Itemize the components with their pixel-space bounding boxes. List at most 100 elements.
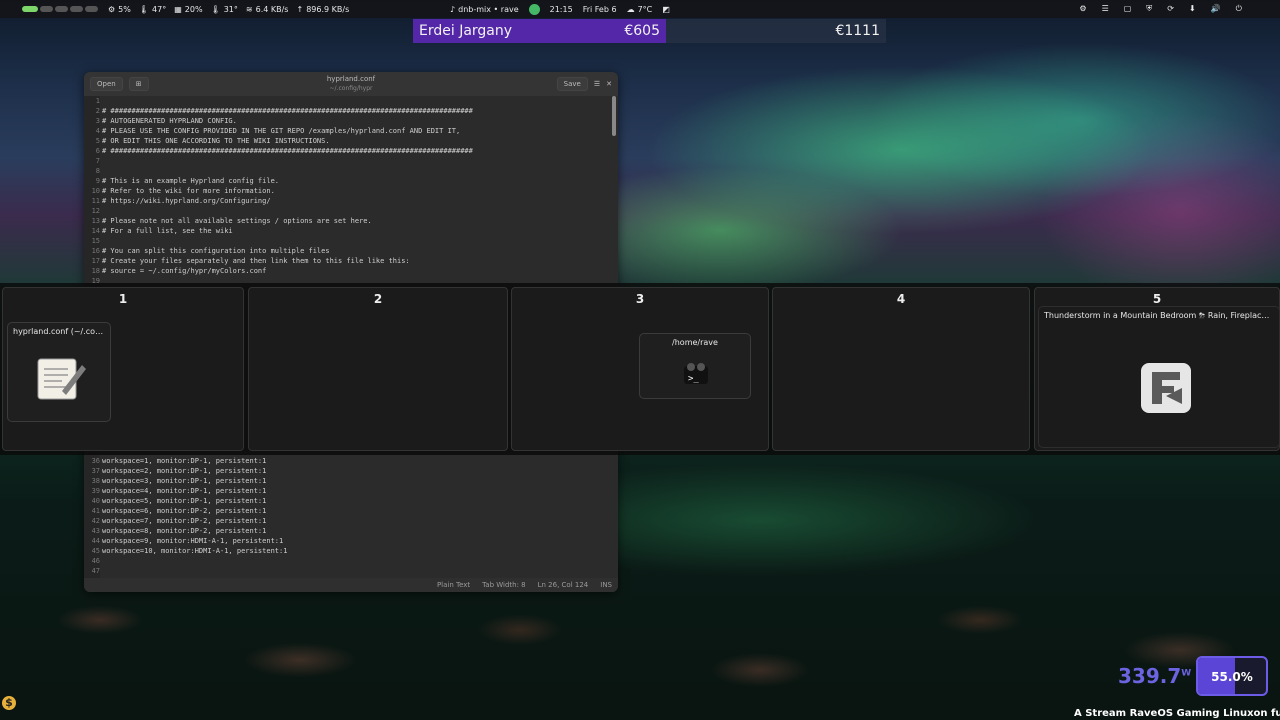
- thermometer-icon: 🌡: [138, 4, 150, 14]
- power-draw: 339.7W: [1118, 664, 1192, 688]
- workspace-indicators: [22, 5, 100, 14]
- code-line[interactable]: # Refer to the wiki for more information…: [102, 186, 608, 196]
- notification-icon[interactable]: ◩: [662, 5, 670, 14]
- code-line[interactable]: # Create your files separately and then …: [102, 256, 608, 266]
- close-icon[interactable]: ✕: [606, 80, 612, 88]
- workspace-2[interactable]: 2: [248, 287, 508, 451]
- insert-mode: INS: [600, 581, 612, 589]
- menu-icon[interactable]: ☰: [594, 80, 600, 88]
- code-line[interactable]: # PLEASE USE THE CONFIG PROVIDED IN THE …: [102, 126, 608, 136]
- code-line[interactable]: [102, 566, 608, 576]
- workspace-pill[interactable]: [70, 5, 83, 12]
- line-number: 46: [91, 557, 100, 565]
- code-line[interactable]: workspace=5, monitor:DP-1, persistent:1: [102, 496, 608, 506]
- workspace-pill[interactable]: [55, 5, 68, 12]
- clock[interactable]: 21:15: [550, 5, 573, 14]
- workspace-1[interactable]: 1 hyprland.conf (~/.confi...: [2, 287, 244, 451]
- upload-speed[interactable]: ↑ 896.9 KB/s: [296, 5, 349, 14]
- code-line[interactable]: [102, 96, 608, 106]
- workspace-3[interactable]: 3 /home/rave >_: [511, 287, 769, 451]
- workspace-pill[interactable]: [40, 5, 53, 12]
- download-speed[interactable]: ≋ 6.4 KB/s: [246, 5, 289, 14]
- line-number: 16: [91, 247, 100, 255]
- ticker-amount-2: €1111: [835, 23, 880, 39]
- memory-usage[interactable]: ▦ 20%: [174, 5, 202, 14]
- line-number: 38: [91, 477, 100, 485]
- workspace-pill-active[interactable]: [22, 5, 38, 12]
- line-number: 10: [91, 187, 100, 195]
- workspace-5[interactable]: 5 Thunderstorm in a Mountain Bedroom ⛈ R…: [1034, 287, 1280, 451]
- line-number: 42: [91, 517, 100, 525]
- line-number: 2: [95, 107, 100, 115]
- line-number: 6: [95, 147, 100, 155]
- play-pause-icon[interactable]: [528, 3, 540, 15]
- save-button[interactable]: Save: [556, 77, 588, 91]
- music-player[interactable]: ♪ dnb-mix • rave: [450, 5, 519, 14]
- top-bar: ⚙ 5% 🌡 47° ▦ 20% 🌡 31° ≋ 6.4 KB/s ↑ 896.9 KB/s…: [0, 0, 1280, 18]
- code-line[interactable]: [102, 206, 608, 216]
- gpu-temp[interactable]: 🌡 47°: [139, 5, 166, 14]
- code-line[interactable]: [102, 236, 608, 246]
- line-number: 36: [91, 457, 100, 465]
- language-selector[interactable]: Plain Text: [437, 581, 470, 589]
- text-editor-icon: [37, 358, 86, 400]
- code-line[interactable]: # You can split this configuration into …: [102, 246, 608, 256]
- shield-icon[interactable]: ⛨: [1146, 4, 1152, 14]
- dollar-icon[interactable]: $: [2, 696, 16, 710]
- tray-icon[interactable]: ▢: [1124, 4, 1132, 14]
- editor-scrollbar[interactable]: [612, 96, 616, 136]
- thermometer-icon: 🌡: [210, 4, 221, 14]
- code-line[interactable]: workspace=7, monitor:DP-2, persistent:1: [102, 516, 608, 526]
- battery-widget[interactable]: 55.0%: [1196, 656, 1268, 696]
- window-preview-editor[interactable]: hyprland.conf (~/.confi...: [7, 322, 111, 422]
- power-icon[interactable]: ⏻: [1236, 4, 1242, 14]
- workspace-4[interactable]: 4: [772, 287, 1030, 451]
- line-number: 14: [91, 227, 100, 235]
- updates-icon[interactable]: ⟳: [1167, 4, 1174, 14]
- code-line[interactable]: # This is an example Hyprland config fil…: [102, 176, 608, 186]
- code-line[interactable]: # OR EDIT THIS ONE ACCORDING TO THE WIKI…: [102, 136, 608, 146]
- sliders-icon[interactable]: ☰: [1102, 4, 1109, 14]
- svg-text:>_: >_: [688, 374, 699, 384]
- code-line[interactable]: # source = ~/.config/hypr/myColors.conf: [102, 266, 608, 276]
- code-line[interactable]: # ######################################…: [102, 146, 608, 156]
- code-line[interactable]: # Please note not all available settings…: [102, 216, 608, 226]
- code-line[interactable]: [102, 156, 608, 166]
- volume-icon[interactable]: 🔊: [1211, 4, 1221, 14]
- code-line[interactable]: # ######################################…: [102, 106, 608, 116]
- window-preview-terminal[interactable]: /home/rave >_: [639, 333, 751, 399]
- window-preview-browser[interactable]: Thunderstorm in a Mountain Bedroom ⛈ Rai…: [1038, 306, 1280, 448]
- code-line[interactable]: # AUTOGENERATED HYPRLAND CONFIG.: [102, 116, 608, 126]
- line-number: 3: [95, 117, 100, 125]
- cpu-usage[interactable]: ⚙ 5%: [108, 5, 131, 14]
- cpu-temp[interactable]: 🌡 31°: [211, 5, 238, 14]
- code-line[interactable]: [102, 166, 608, 176]
- download-icon[interactable]: ⬇: [1189, 4, 1196, 14]
- code-line[interactable]: workspace=4, monitor:DP-1, persistent:1: [102, 486, 608, 496]
- workspace-pill[interactable]: [85, 5, 98, 12]
- line-number: 8: [95, 167, 100, 175]
- editor-header: Open ⊞ hyprland.conf ~/.config/hypr Save…: [84, 72, 618, 96]
- code-line[interactable]: [102, 556, 608, 566]
- cursor-position: Ln 26, Col 124: [537, 581, 589, 589]
- code-line[interactable]: # For a full list, see the wiki: [102, 226, 608, 236]
- date[interactable]: Fri Feb 6: [583, 5, 617, 14]
- code-line[interactable]: workspace=9, monitor:HDMI-A-1, persisten…: [102, 536, 608, 546]
- weather[interactable]: ☁ 7°C: [627, 5, 653, 14]
- terminal-icon: >_: [684, 363, 708, 384]
- gear-icon[interactable]: ⚙: [1079, 4, 1086, 14]
- code-line[interactable]: workspace=10, monitor:HDMI-A-1, persiste…: [102, 546, 608, 556]
- line-number: 5: [95, 137, 100, 145]
- ticker-name: Erdei Jargany: [419, 23, 513, 39]
- code-line[interactable]: workspace=2, monitor:DP-1, persistent:1: [102, 466, 608, 476]
- line-number: 47: [91, 567, 100, 575]
- code-line[interactable]: workspace=8, monitor:DP-2, persistent:1: [102, 526, 608, 536]
- tab-width-selector[interactable]: Tab Width: 8: [482, 581, 525, 589]
- line-number: 17: [91, 257, 100, 265]
- code-line[interactable]: # https://wiki.hyprland.org/Configuring/: [102, 196, 608, 206]
- code-line[interactable]: workspace=6, monitor:DP-2, persistent:1: [102, 506, 608, 516]
- memory-icon: ▦: [174, 4, 182, 14]
- code-line[interactable]: workspace=3, monitor:DP-1, persistent:1: [102, 476, 608, 486]
- code-line[interactable]: workspace=1, monitor:DP-1, persistent:1: [102, 456, 608, 466]
- line-number: 43: [91, 527, 100, 535]
